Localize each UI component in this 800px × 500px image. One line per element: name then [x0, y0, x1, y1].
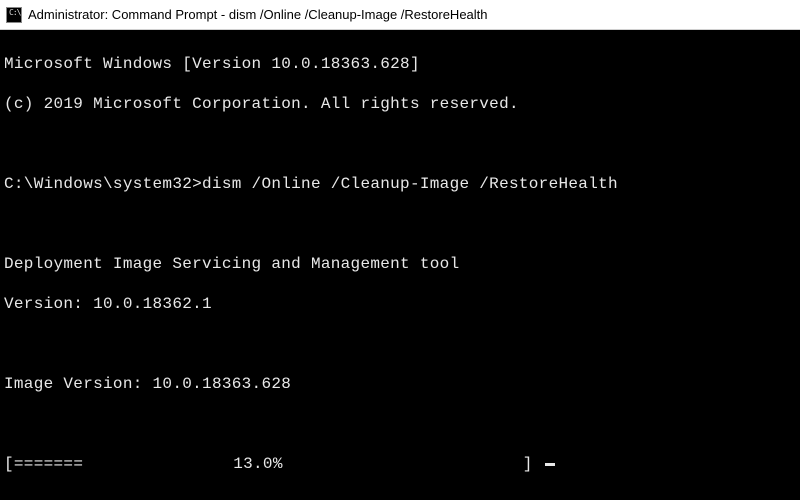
- window-titlebar[interactable]: C:\ Administrator: Command Prompt - dism…: [0, 0, 800, 30]
- progress-bar-fill: =======: [14, 455, 83, 473]
- cursor: [545, 463, 555, 466]
- blank-line: [4, 214, 796, 234]
- window-title: Administrator: Command Prompt - dism /On…: [28, 7, 488, 22]
- blank-line: [4, 134, 796, 154]
- version-label: Version:: [4, 295, 83, 313]
- progress-line: [======= 13.0%]: [4, 454, 796, 474]
- blank-line: [4, 334, 796, 354]
- image-version-line: Image Version: 10.0.18363.628: [4, 374, 796, 394]
- copyright-line: (c) 2019 Microsoft Corporation. All righ…: [4, 94, 796, 114]
- tool-name-line: Deployment Image Servicing and Managemen…: [4, 254, 796, 274]
- prompt-line: C:\Windows\system32>dism /Online /Cleanu…: [4, 174, 796, 194]
- cmd-icon: C:\: [6, 7, 22, 23]
- command-text: dism /Online /Cleanup-Image /RestoreHeal…: [202, 175, 618, 193]
- image-version-value: 10.0.18363.628: [153, 375, 292, 393]
- banner-line: Microsoft Windows [Version 10.0.18363.62…: [4, 54, 796, 74]
- blank-line: [4, 414, 796, 434]
- version-line: Version: 10.0.18362.1: [4, 294, 796, 314]
- image-version-label: Image Version:: [4, 375, 143, 393]
- prompt-path: C:\Windows\system32>: [4, 175, 202, 193]
- cmd-icon-glyph: C:\: [9, 9, 20, 17]
- version-value: 10.0.18362.1: [93, 295, 212, 313]
- progress-percent: 13.0%: [233, 455, 283, 473]
- progress-bar-open: [: [4, 455, 14, 473]
- progress-bar-close: ]: [523, 455, 533, 473]
- terminal-output[interactable]: Microsoft Windows [Version 10.0.18363.62…: [0, 30, 800, 498]
